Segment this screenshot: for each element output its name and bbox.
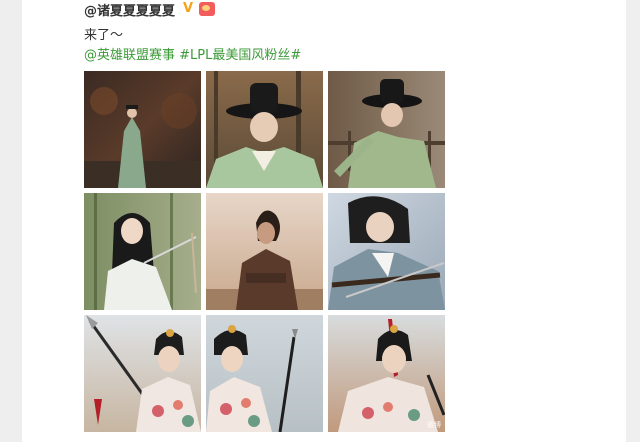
photo-5[interactable] — [206, 193, 323, 310]
photo-6[interactable] — [328, 193, 445, 310]
photo-3-image — [328, 71, 445, 188]
vip-badge-icon: V — [182, 1, 194, 16]
right-gutter — [626, 0, 640, 442]
photo-8[interactable] — [206, 315, 323, 432]
photo-6-image — [328, 193, 445, 310]
photo-1[interactable] — [84, 71, 201, 188]
photo-grid: 微博 — [84, 71, 445, 432]
topic-hashtag[interactable]: #LPL最美国风粉丝# — [179, 48, 301, 63]
topic-row: @英雄联盟赛事 #LPL最美国风粉丝# — [84, 44, 301, 63]
left-gutter — [0, 0, 22, 442]
photo-2[interactable] — [206, 71, 323, 188]
author-row: @诸夏夏夏夏夏 V — [84, 0, 216, 19]
topic-mention[interactable]: @英雄联盟赛事 — [84, 48, 175, 63]
photo-1-image — [84, 71, 201, 188]
fan-badge-icon — [199, 2, 216, 16]
photo-5-image — [206, 193, 323, 310]
photo-4[interactable] — [84, 193, 201, 310]
photo-9-image — [328, 315, 445, 432]
author-name[interactable]: @诸夏夏夏夏夏 — [84, 0, 175, 19]
photo-4-image — [84, 193, 201, 310]
photo-3[interactable] — [328, 71, 445, 188]
photo-7-image — [84, 315, 201, 432]
photo-2-image — [206, 71, 323, 188]
photo-7[interactable] — [84, 315, 201, 432]
watermark: 微博 — [427, 421, 441, 429]
photo-8-image — [206, 315, 323, 432]
photo-9[interactable]: 微博 — [328, 315, 445, 432]
post-text: 来了～ — [84, 28, 124, 43]
